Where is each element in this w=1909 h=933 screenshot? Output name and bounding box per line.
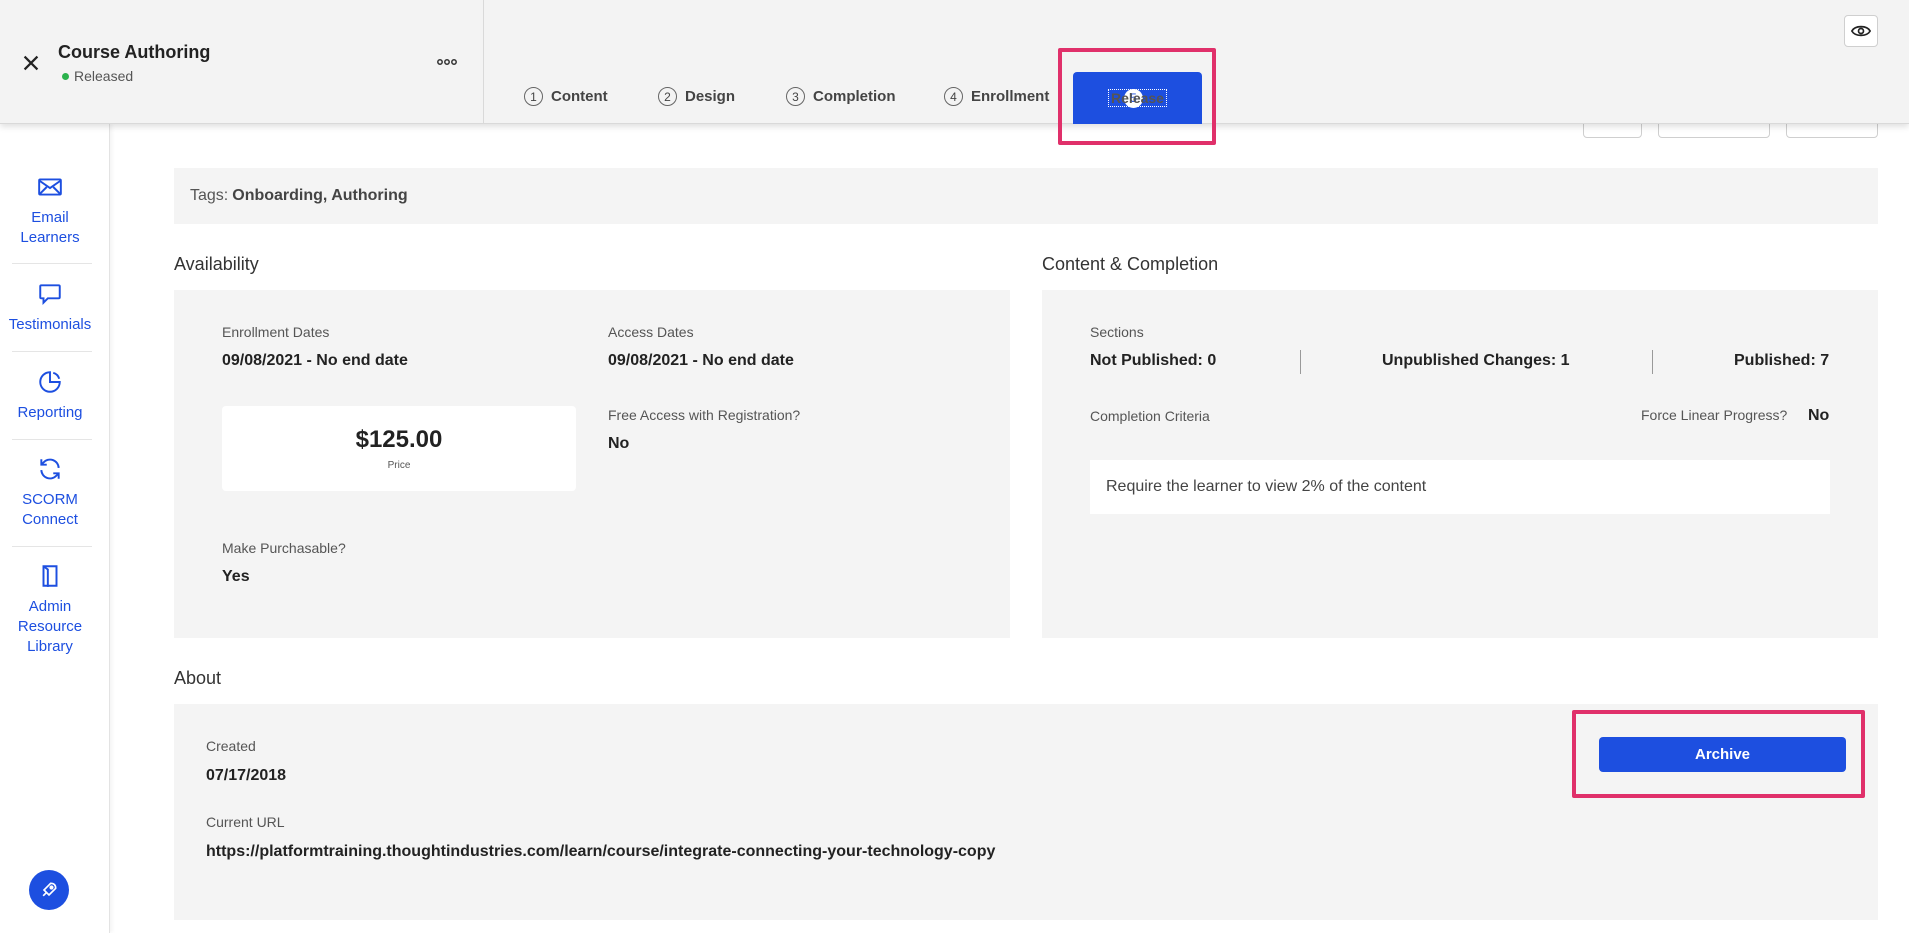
pie-chart-icon: [39, 371, 61, 393]
content-completion-title: Content & Completion: [1042, 254, 1219, 274]
availability-title: Availability: [174, 254, 259, 274]
created-value: 07/17/2018: [206, 767, 287, 784]
price-amount: $125.00: [355, 426, 443, 453]
divider: [1652, 350, 1653, 374]
more-options-icon[interactable]: [436, 56, 458, 68]
sync-icon: [40, 458, 60, 480]
divider: [12, 546, 92, 547]
tab-design[interactable]: 2 Design: [658, 87, 735, 106]
enrollment-dates-value: 09/08/2021 - No end date: [222, 352, 408, 369]
published-count: Published: 7: [1734, 352, 1830, 369]
access-dates-label: Access Dates: [608, 324, 694, 340]
sidebar-item-label: Testimonials: [8, 316, 92, 333]
free-access-value: No: [608, 435, 630, 452]
enrollment-dates-label: Enrollment Dates: [222, 324, 330, 340]
purchasable-value: Yes: [222, 568, 250, 585]
status-text: Released: [74, 68, 134, 84]
current-url-label: Current URL: [206, 814, 285, 830]
preview-button[interactable]: [1844, 15, 1878, 47]
speech-bubble-icon: [39, 284, 61, 306]
sidebar-item-scorm-connect[interactable]: SCORM Connect: [0, 456, 100, 530]
current-url-value: https://platformtraining.thoughtindustri…: [206, 843, 996, 860]
step-number: 3: [786, 87, 805, 106]
tags-bar: Tags: Onboarding, Authoring: [174, 168, 1878, 224]
completion-criteria-label: Completion Criteria: [1090, 408, 1210, 424]
status-badge: Released: [62, 68, 133, 84]
sections-label: Sections: [1090, 324, 1144, 340]
tags-values: Onboarding, Authoring: [232, 187, 408, 204]
tab-label: Completion: [813, 88, 896, 105]
force-linear-label: Force Linear Progress?: [1641, 407, 1788, 423]
status-dot: [62, 72, 69, 80]
purchasable-label: Make Purchasable?: [222, 540, 346, 556]
sidebar-item-admin-resource-library[interactable]: Admin Resource Library: [0, 563, 100, 657]
course-title: Course Authoring: [58, 42, 211, 62]
step-number: 1: [524, 87, 543, 106]
access-dates-value: 09/08/2021 - No end date: [608, 352, 794, 369]
divider: [1300, 350, 1301, 374]
free-access-label: Free Access with Registration?: [608, 407, 801, 423]
mail-icon: [38, 178, 62, 196]
tab-content[interactable]: 1 Content: [524, 87, 608, 106]
completion-criteria-text: Require the learner to view 2% of the co…: [1106, 478, 1427, 495]
divider: [12, 263, 92, 264]
tab-enrollment[interactable]: 4 Enrollment: [944, 87, 1049, 106]
top-header: Course Authoring Released 1 Content 2 De…: [0, 0, 1909, 145]
price-card: $125.00 Price: [222, 406, 576, 491]
divider: [12, 439, 92, 440]
tab-release[interactable]: 5 Release: [1073, 72, 1202, 124]
sidebar-item-label: Email Learners: [20, 209, 80, 246]
tab-label: Content: [551, 88, 608, 105]
header-course-info: Course Authoring Released: [0, 0, 484, 124]
force-linear-value: No: [1808, 407, 1830, 424]
tags-prefix: Tags:: [190, 187, 229, 204]
price-label: Price: [387, 460, 411, 471]
rocket-icon: [42, 882, 57, 897]
sidebar-item-testimonials[interactable]: Testimonials: [0, 281, 100, 335]
book-icon: [42, 565, 58, 587]
archive-button[interactable]: Archive: [1599, 737, 1846, 772]
divider: [12, 351, 92, 352]
sidebar-item-label: SCORM Connect: [22, 491, 78, 528]
tab-label: Release: [1108, 89, 1167, 107]
sidebar-item-reporting[interactable]: Reporting: [0, 369, 100, 423]
sidebar: Email Learners Testimonials Reporting SC…: [0, 124, 110, 933]
rocket-button[interactable]: [29, 870, 69, 910]
sidebar-item-label: Reporting: [17, 404, 83, 421]
created-label: Created: [206, 738, 256, 754]
sidebar-item-label: Admin Resource Library: [17, 598, 83, 655]
tab-label: Design: [685, 88, 736, 105]
unpublished-changes-count: Unpublished Changes: 1: [1382, 352, 1570, 369]
step-number: 4: [944, 87, 963, 106]
close-icon[interactable]: [20, 52, 42, 74]
not-published-count: Not Published: 0: [1090, 352, 1217, 369]
tab-label: Enrollment: [971, 88, 1050, 105]
completion-criteria-box: Require the learner to view 2% of the co…: [1090, 460, 1830, 514]
step-number: 2: [658, 87, 677, 106]
sidebar-item-email-learners[interactable]: Email Learners: [0, 174, 100, 248]
eye-icon: [1851, 25, 1871, 37]
tab-completion[interactable]: 3 Completion: [786, 87, 896, 106]
about-title: About: [174, 668, 222, 688]
